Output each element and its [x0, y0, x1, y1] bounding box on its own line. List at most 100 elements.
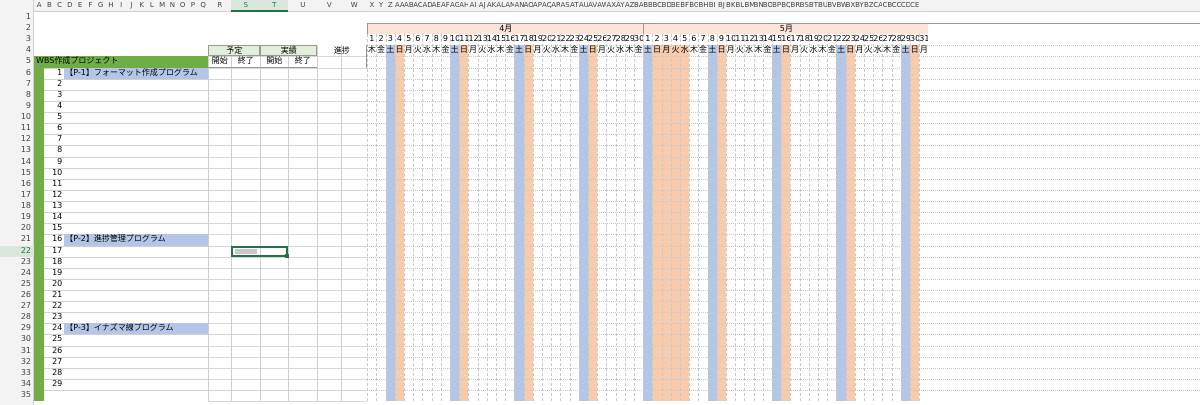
- column-header-ai[interactable]: AI: [468, 0, 477, 12]
- row-header-6[interactable]: 6: [0, 68, 34, 79]
- column-header-aw[interactable]: AW: [597, 0, 606, 12]
- row-header-17[interactable]: 17: [0, 190, 34, 201]
- column-header-au[interactable]: AU: [579, 0, 588, 12]
- column-header-aa[interactable]: AA: [395, 0, 404, 12]
- row-header-1[interactable]: 1: [0, 12, 34, 23]
- column-header-w[interactable]: W: [341, 0, 367, 12]
- row-header-8[interactable]: 8: [0, 90, 34, 101]
- column-header-n[interactable]: N: [167, 0, 177, 12]
- row-header-20[interactable]: 20: [0, 223, 34, 234]
- column-header-bw[interactable]: BW: [836, 0, 845, 12]
- task-header[interactable]: 【P-2】進捗管理プログラム: [64, 234, 209, 246]
- column-header-af[interactable]: AF: [441, 0, 450, 12]
- row-header-35[interactable]: 35: [0, 390, 34, 401]
- column-header-p[interactable]: P: [188, 0, 198, 12]
- column-header-ak[interactable]: AK: [487, 0, 496, 12]
- column-header-ce[interactable]: CE: [910, 0, 919, 12]
- column-header-cd[interactable]: CD: [901, 0, 910, 12]
- column-header-bi[interactable]: BI: [708, 0, 717, 12]
- column-header-ca[interactable]: CA: [873, 0, 882, 12]
- column-header-ab[interactable]: AB: [404, 0, 413, 12]
- column-header-o[interactable]: O: [178, 0, 188, 12]
- column-header-cb[interactable]: CB: [882, 0, 891, 12]
- column-header-bp[interactable]: BP: [772, 0, 781, 12]
- column-header-s[interactable]: S: [231, 0, 261, 12]
- row-header-12[interactable]: 12: [0, 134, 34, 145]
- column-header-c[interactable]: C: [55, 0, 65, 12]
- column-header-ag[interactable]: AG: [450, 0, 459, 12]
- column-header-aj[interactable]: AJ: [478, 0, 487, 12]
- row-header-11[interactable]: 11: [0, 123, 34, 134]
- task-header[interactable]: 【P-1】フォーマット作成プログラム: [64, 67, 209, 79]
- row-header-23[interactable]: 23: [0, 257, 34, 268]
- column-header-h[interactable]: H: [106, 0, 116, 12]
- column-header-bf[interactable]: BF: [680, 0, 689, 12]
- column-header-f[interactable]: F: [85, 0, 95, 12]
- spreadsheet-grid[interactable]: A B C D E F G H I J K L M N O P Q R S T U V W X Y Z AA AB AC AD AE AF AG…: [0, 0, 1200, 405]
- column-header-v[interactable]: V: [317, 0, 341, 12]
- column-header-az[interactable]: AZ: [625, 0, 634, 12]
- column-header-bd[interactable]: BD: [662, 0, 671, 12]
- column-header-ar[interactable]: AR: [551, 0, 560, 12]
- column-header-bl[interactable]: BL: [735, 0, 744, 12]
- row-header-22[interactable]: 22: [0, 245, 34, 257]
- column-header-g[interactable]: G: [96, 0, 106, 12]
- row-header-9[interactable]: 9: [0, 101, 34, 112]
- column-header-d[interactable]: D: [65, 0, 75, 12]
- column-header-br[interactable]: BR: [790, 0, 799, 12]
- column-header-am[interactable]: AM: [505, 0, 514, 12]
- column-header-z[interactable]: Z: [386, 0, 395, 12]
- row-header-25[interactable]: 25: [0, 279, 34, 290]
- row-header-33[interactable]: 33: [0, 368, 34, 379]
- column-header-bm[interactable]: BM: [744, 0, 753, 12]
- column-header-ad[interactable]: AD: [422, 0, 431, 12]
- column-header-ae[interactable]: AE: [432, 0, 441, 12]
- column-header-ay[interactable]: AY: [616, 0, 625, 12]
- column-header-al[interactable]: AL: [496, 0, 505, 12]
- column-header-j[interactable]: J: [126, 0, 136, 12]
- column-header-bu[interactable]: BU: [818, 0, 827, 12]
- row-header-29[interactable]: 29: [0, 323, 34, 334]
- row-header-2[interactable]: 2: [0, 23, 34, 34]
- column-header-k[interactable]: K: [137, 0, 147, 12]
- column-header-b[interactable]: B: [44, 0, 54, 12]
- row-header-10[interactable]: 10: [0, 112, 34, 123]
- column-header-bv[interactable]: BV: [827, 0, 836, 12]
- column-header-bj[interactable]: BJ: [717, 0, 726, 12]
- row-header-32[interactable]: 32: [0, 357, 34, 368]
- column-header-bt[interactable]: BT: [809, 0, 818, 12]
- column-header-l[interactable]: L: [147, 0, 157, 12]
- column-header-bk[interactable]: BK: [726, 0, 735, 12]
- column-header-ac[interactable]: AC: [413, 0, 422, 12]
- column-header-r[interactable]: R: [208, 0, 231, 12]
- row-header-16[interactable]: 16: [0, 179, 34, 190]
- column-header-t[interactable]: T: [260, 0, 289, 12]
- row-header-28[interactable]: 28: [0, 312, 34, 323]
- column-header-ap[interactable]: AP: [533, 0, 542, 12]
- row-header-5[interactable]: 5: [0, 56, 34, 67]
- column-header-bc[interactable]: BC: [652, 0, 661, 12]
- row-header-4[interactable]: 4: [0, 45, 34, 56]
- row-header-19[interactable]: 19: [0, 212, 34, 223]
- column-header-y[interactable]: Y: [376, 0, 385, 12]
- row-header-26[interactable]: 26: [0, 290, 34, 301]
- column-header-bh[interactable]: BH: [698, 0, 707, 12]
- row-header-24[interactable]: 24: [0, 268, 34, 279]
- column-header-m[interactable]: M: [157, 0, 167, 12]
- column-header-i[interactable]: I: [116, 0, 126, 12]
- column-header-aq[interactable]: AQ: [542, 0, 551, 12]
- row-header-7[interactable]: 7: [0, 79, 34, 90]
- row-header-31[interactable]: 31: [0, 346, 34, 357]
- column-header-ah[interactable]: AH: [459, 0, 468, 12]
- column-header-bn[interactable]: BN: [754, 0, 763, 12]
- column-header-as[interactable]: AS: [560, 0, 569, 12]
- row-header-15[interactable]: 15: [0, 168, 34, 179]
- column-header-at[interactable]: AT: [570, 0, 579, 12]
- column-header-a[interactable]: A: [34, 0, 44, 12]
- column-header-bz[interactable]: BZ: [864, 0, 873, 12]
- column-header-be[interactable]: BE: [671, 0, 680, 12]
- column-header-bg[interactable]: BG: [689, 0, 698, 12]
- fill-handle[interactable]: [285, 253, 290, 258]
- column-header-av[interactable]: AV: [588, 0, 597, 12]
- column-header-ax[interactable]: AX: [606, 0, 615, 12]
